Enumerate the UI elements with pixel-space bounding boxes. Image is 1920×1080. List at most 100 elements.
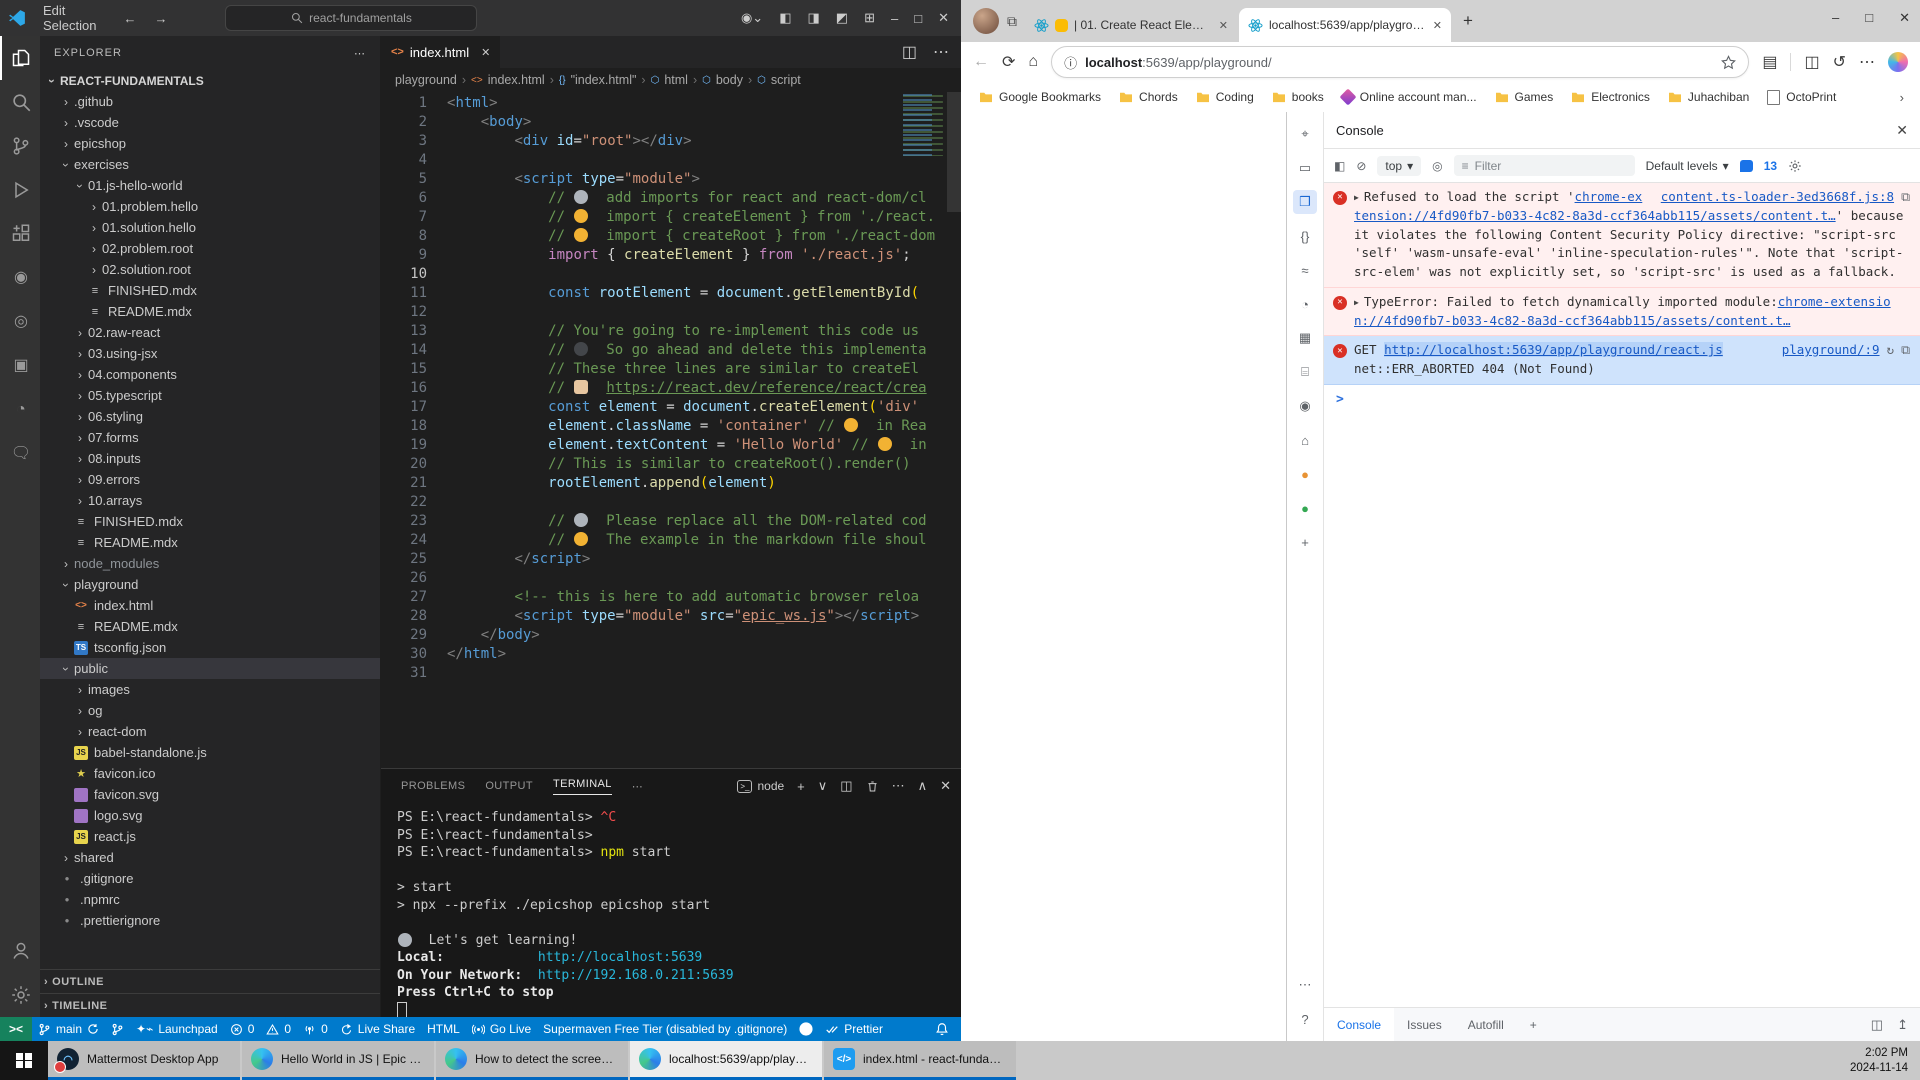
issues-count[interactable]: 13 bbox=[1764, 159, 1777, 173]
back-icon[interactable]: ← bbox=[973, 53, 989, 71]
dock-icon[interactable]: ◫ bbox=[1871, 1017, 1883, 1033]
status-warn-count[interactable]: 0 bbox=[260, 1017, 297, 1041]
tab-close-icon[interactable]: ✕ bbox=[1433, 19, 1442, 32]
status-launchpad[interactable]: ✦⌁Launchpad bbox=[130, 1017, 224, 1041]
menu-item-selection[interactable]: Selection bbox=[34, 18, 105, 33]
browser-minimize-button[interactable]: – bbox=[1832, 10, 1839, 26]
tab-close-icon[interactable]: ✕ bbox=[1219, 19, 1228, 32]
tree-item[interactable]: ›02.problem.root bbox=[40, 238, 380, 259]
taskbar-clock[interactable]: 2:02 PM 2024-11-14 bbox=[1850, 1041, 1920, 1080]
tree-item[interactable]: ›03.using-jsx bbox=[40, 343, 380, 364]
cookie-icon[interactable]: ● bbox=[1293, 462, 1317, 486]
page-content[interactable] bbox=[961, 112, 1287, 1041]
network-icon[interactable]: ≈ bbox=[1293, 258, 1317, 282]
tree-item[interactable]: ›07.forms bbox=[40, 427, 380, 448]
tree-item[interactable]: ●.gitignore bbox=[40, 868, 380, 889]
tree-item[interactable]: ›public bbox=[40, 658, 380, 679]
trash-icon[interactable] bbox=[866, 780, 879, 793]
bookmark-item[interactable]: Electronics bbox=[1563, 90, 1658, 104]
bookmark-item[interactable]: Chords bbox=[1111, 90, 1186, 104]
editor-scrollbar[interactable] bbox=[947, 92, 961, 212]
tree-item[interactable]: ›01.problem.hello bbox=[40, 196, 380, 217]
split-editor-icon[interactable]: ◫ bbox=[902, 42, 917, 62]
console-message[interactable]: ✕content.ts-loader-3ed3668f.js:8⧉▶Refuse… bbox=[1324, 183, 1920, 288]
activity-extensions[interactable] bbox=[0, 212, 40, 256]
minimize-button[interactable]: – bbox=[891, 11, 898, 26]
toggle-sidebar-icon[interactable]: ◧ bbox=[779, 10, 791, 26]
taskbar-task[interactable]: ◠Mattermost Desktop App bbox=[48, 1041, 240, 1080]
workspaces-icon[interactable]: ⧉ bbox=[1007, 13, 1017, 30]
breadcrumb-item[interactable]: "index.html" bbox=[571, 73, 637, 87]
panel-tab-terminal[interactable]: TERMINAL bbox=[543, 769, 622, 803]
status-live-share[interactable]: Live Share bbox=[334, 1017, 421, 1041]
tree-item[interactable]: ›02.raw-react bbox=[40, 322, 380, 343]
status-go-live[interactable]: Go Live bbox=[466, 1017, 537, 1041]
maximize-button[interactable]: □ bbox=[914, 11, 922, 26]
activity-account[interactable] bbox=[0, 929, 40, 973]
minimap[interactable] bbox=[903, 94, 945, 156]
tree-item[interactable]: ›playground bbox=[40, 574, 380, 595]
close-tab-icon[interactable]: ✕ bbox=[481, 46, 490, 59]
status-branch[interactable]: main bbox=[32, 1017, 105, 1041]
editor-tab-index-html[interactable]: <> index.html ✕ bbox=[381, 36, 500, 68]
status-bell[interactable] bbox=[929, 1017, 955, 1041]
device-emulation-icon[interactable]: ▭ bbox=[1293, 156, 1317, 180]
panel-tab-output[interactable]: OUTPUT bbox=[475, 769, 543, 803]
code-editor[interactable]: 1<html>2 <body>3 <div id="root"></div>45… bbox=[381, 92, 961, 768]
inspect-icon[interactable]: ⌖ bbox=[1293, 122, 1317, 146]
breadcrumb-item[interactable]: body bbox=[716, 73, 743, 87]
bookmark-item[interactable]: Online account man... bbox=[1334, 90, 1485, 104]
bookmark-item[interactable]: OctoPrint bbox=[1759, 90, 1844, 105]
tree-item[interactable]: ›04.components bbox=[40, 364, 380, 385]
section-outline[interactable]: ›OUTLINE bbox=[40, 969, 380, 993]
history-icon[interactable]: ↺ bbox=[1833, 52, 1846, 72]
split-terminal-icon[interactable]: ◫ bbox=[840, 778, 852, 794]
console-prompt[interactable]: > bbox=[1324, 385, 1920, 415]
tree-item[interactable]: ›08.inputs bbox=[40, 448, 380, 469]
taskbar-task[interactable]: localhost:5639/app/playground/ a... bbox=[630, 1041, 822, 1080]
browser-tab[interactable]: localhost:5639/app/playground/✕ bbox=[1239, 8, 1451, 42]
nav-back-icon[interactable]: ← bbox=[123, 11, 136, 26]
tree-item[interactable]: ≡README.mdx bbox=[40, 301, 380, 322]
bookmark-item[interactable]: Google Bookmarks bbox=[971, 90, 1109, 104]
copilot-icon[interactable] bbox=[1888, 52, 1908, 72]
copy-icon[interactable]: ⧉ bbox=[1901, 188, 1910, 207]
activity-search[interactable] bbox=[0, 80, 40, 124]
tree-item[interactable]: ›09.errors bbox=[40, 469, 380, 490]
breadcrumb-item[interactable]: html bbox=[664, 73, 688, 87]
start-button[interactable] bbox=[0, 1041, 48, 1080]
devtools-close-icon[interactable]: ✕ bbox=[1896, 122, 1908, 139]
export-icon[interactable]: ↥ bbox=[1897, 1017, 1908, 1033]
status-remote[interactable]: >< bbox=[0, 1017, 32, 1041]
more-tools-icon[interactable]: ⋯ bbox=[1293, 973, 1317, 997]
drawer-tab-issues[interactable]: Issues bbox=[1394, 1008, 1455, 1041]
home-icon[interactable]: ⌂ bbox=[1028, 53, 1038, 71]
bookmarks-overflow-icon[interactable]: › bbox=[1900, 90, 1910, 105]
section-timeline[interactable]: ›TIMELINE bbox=[40, 993, 380, 1017]
console-settings-icon[interactable] bbox=[1788, 159, 1802, 173]
status-ports[interactable]: 0 bbox=[297, 1017, 334, 1041]
toggle-secondary-sidebar-icon[interactable]: ◩ bbox=[836, 10, 848, 26]
tree-item[interactable]: ›shared bbox=[40, 847, 380, 868]
expand-caret-icon[interactable]: ▶ bbox=[1354, 298, 1359, 307]
layout-icon[interactable]: ⊞ bbox=[864, 10, 875, 26]
command-search-box[interactable]: react-fundamentals bbox=[225, 5, 477, 31]
explorer-more-icon[interactable]: ⋯ bbox=[354, 47, 366, 60]
drawer-tab-console[interactable]: Console bbox=[1324, 1008, 1394, 1041]
log-levels-dropdown[interactable]: Default levels▾ bbox=[1646, 159, 1729, 173]
status-prettier[interactable]: Prettier bbox=[819, 1017, 889, 1041]
context-selector[interactable]: top▾ bbox=[1377, 156, 1421, 176]
refresh-icon[interactable]: ⟳ bbox=[1002, 52, 1015, 72]
account-menu-icon[interactable]: ◉⌄ bbox=[741, 10, 763, 26]
status-error-count[interactable]: 0 bbox=[224, 1017, 261, 1041]
split-screen-icon[interactable]: ◫ bbox=[1804, 52, 1819, 72]
status-github[interactable] bbox=[793, 1017, 819, 1041]
tree-item[interactable]: ≡README.mdx bbox=[40, 532, 380, 553]
tree-item[interactable]: ›node_modules bbox=[40, 553, 380, 574]
tree-item[interactable]: favicon.svg bbox=[40, 784, 380, 805]
message-link[interactable]: http://localhost:5639/app/playground/rea… bbox=[1384, 342, 1723, 357]
status-supermaven[interactable]: Supermaven Free Tier (disabled by .gitig… bbox=[537, 1017, 793, 1041]
console-message[interactable]: ✕▶TypeError: Failed to fetch dynamically… bbox=[1324, 288, 1920, 337]
taskbar-task[interactable]: Hello World in JS | Epic React by K... bbox=[242, 1041, 434, 1080]
activity-settings[interactable] bbox=[0, 973, 40, 1017]
